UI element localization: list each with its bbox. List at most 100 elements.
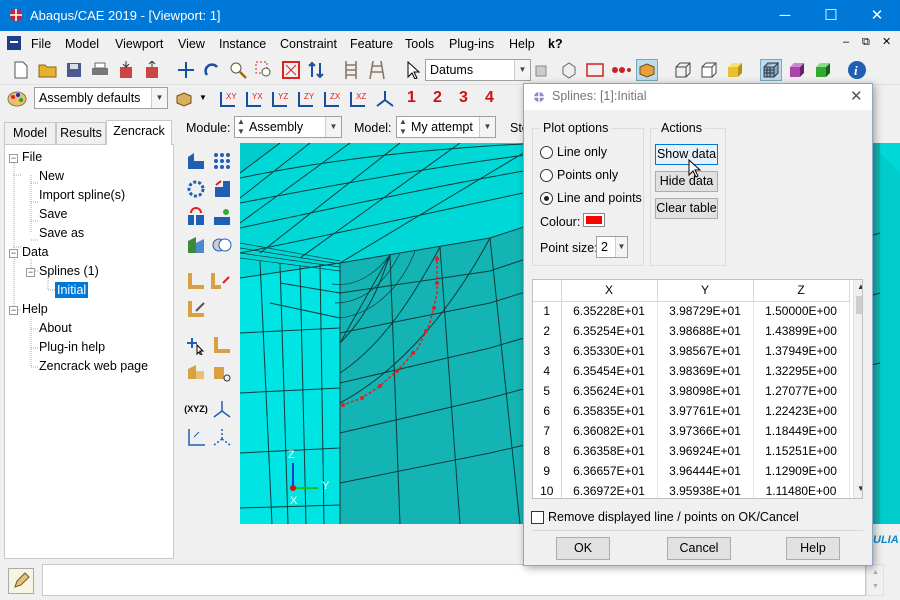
info-icon[interactable]: i [846,59,868,81]
view-2-icon[interactable]: 2 [433,89,442,107]
help-button[interactable]: Help [786,537,840,560]
spin-arrows-icon[interactable]: ▲ ▼ [399,117,407,137]
csys-zx-icon[interactable]: ZX [322,88,344,110]
remove-displayed-checkbox[interactable] [531,511,544,524]
table-row[interactable]: 7 6.36082E+01 3.97366E+01 1.18449E+00 [533,421,850,441]
column-x-header[interactable]: X [561,280,658,302]
merge-cut-icon[interactable] [184,233,208,257]
csys-xy-icon[interactable]: XY [218,88,240,110]
value-cell[interactable]: 1.43899E+00 [753,321,850,341]
menu-view[interactable]: View [178,37,205,51]
show-data-button[interactable]: Show data [655,144,718,165]
remove-displayed-label[interactable]: Remove displayed line / points on OK/Can… [548,510,799,524]
rotate-instance-icon[interactable] [184,205,208,229]
table-row[interactable]: 3 6.35330E+01 3.98567E+01 1.37949E+00 [533,341,850,361]
value-cell[interactable]: 3.98729E+01 [657,301,754,321]
import-icon[interactable] [115,59,137,81]
translate-to-icon[interactable] [210,205,234,229]
menu-viewport[interactable]: Viewport [115,37,163,51]
points-only-label[interactable]: Points only [557,168,618,182]
csys-yx-icon[interactable]: YX [244,88,266,110]
mdi-restore-icon[interactable]: ⧉ [862,36,870,49]
view-1-icon[interactable]: 1 [407,89,416,107]
table-row[interactable]: 10 6.36972E+01 3.95938E+01 1.11480E+00 [533,481,850,498]
chevron-down-icon[interactable]: ▼ [199,93,207,102]
clear-table-button[interactable]: Clear table [655,198,718,219]
tree-save[interactable]: Save [39,207,68,221]
table-row[interactable]: 8 6.36358E+01 3.96924E+01 1.15251E+00 [533,441,850,461]
value-cell[interactable]: 3.98369E+01 [657,361,754,381]
message-scrollbar[interactable]: ▲ ▼ [866,564,884,596]
scroll-thumb[interactable] [856,296,862,314]
datum-point-coords-icon[interactable]: (XYZ) [184,397,208,421]
value-cell[interactable]: 6.36082E+01 [561,421,658,441]
message-text-area[interactable] [42,564,866,596]
table-row[interactable]: 6 6.35835E+01 3.97761E+01 1.22423E+00 [533,401,850,421]
csys-yz-icon[interactable]: YZ [270,88,292,110]
value-cell[interactable]: 3.96924E+01 [657,441,754,461]
datum-plane-icon[interactable] [184,361,208,385]
csys-xz-icon[interactable]: XZ [348,88,370,110]
colour-swatch-button[interactable] [583,213,605,227]
table-row[interactable]: 4 6.35454E+01 3.98369E+01 1.32295E+00 [533,361,850,381]
linear-pattern-icon[interactable] [210,149,234,173]
point-size-select[interactable]: 2 ▼ [596,236,628,258]
value-cell[interactable]: 1.12909E+00 [753,461,850,481]
mesh-shaded-icon[interactable] [786,59,808,81]
datum-edge-icon[interactable] [210,333,234,357]
edit-constraint-icon[interactable] [184,297,208,321]
table-scrollbar[interactable]: ▲ ▼ [853,280,862,498]
datum-cut-icon[interactable] [210,361,234,385]
shaded-icon[interactable] [724,59,746,81]
tab-results[interactable]: Results [56,122,106,144]
menu-plugins[interactable]: Plug-ins [449,37,494,51]
mdi-close-icon[interactable]: ✕ [882,35,891,48]
table-row[interactable]: 2 6.35254E+01 3.98688E+01 1.43899E+00 [533,321,850,341]
tree-splines[interactable]: Splines (1) [39,264,99,278]
value-cell[interactable]: 6.35835E+01 [561,401,658,421]
zoom-icon[interactable] [227,59,249,81]
instance-box-icon[interactable] [173,88,195,110]
spline-data-table[interactable]: X Y Z 1 6.35228E+01 3.98729E+01 1.50000E+00… [532,279,863,499]
datum-axis-icon[interactable] [210,397,234,421]
view-4-icon[interactable]: 4 [485,89,494,107]
select-cursor-icon[interactable] [403,59,425,81]
menu-tools[interactable]: Tools [405,37,434,51]
menu-constraint[interactable]: Constraint [280,37,337,51]
tree-plugin-help[interactable]: Plug-in help [39,340,105,354]
dialog-close-icon[interactable]: ✕ [850,87,863,105]
tree-data[interactable]: Data [22,245,48,259]
app-menu-icon[interactable] [7,36,21,50]
tree-help[interactable]: Help [22,302,48,316]
value-cell[interactable]: 1.18449E+00 [753,421,850,441]
box-zoom-icon[interactable] [253,59,275,81]
auto-fit-icon[interactable] [280,59,302,81]
value-cell[interactable]: 3.97761E+01 [657,401,754,421]
value-cell[interactable]: 1.11480E+00 [753,481,850,498]
radio-points-only[interactable] [540,169,553,182]
value-cell[interactable]: 1.32295E+00 [753,361,850,381]
tree-file[interactable]: File [22,150,42,164]
datum-csys-3point-icon[interactable] [210,425,234,449]
tab-model[interactable]: Model [4,122,56,144]
value-cell[interactable]: 6.35228E+01 [561,301,658,321]
hide-data-button[interactable]: Hide data [655,171,718,192]
value-cell[interactable]: 6.35254E+01 [561,321,658,341]
value-cell[interactable]: 3.96444E+01 [657,461,754,481]
boolean-icon[interactable] [210,233,234,257]
color-palette-icon[interactable] [6,88,28,110]
mdi-minimize-icon[interactable]: – [843,36,849,48]
close-button[interactable]: ✕ [854,0,900,31]
tree-save-as[interactable]: Save as [39,226,84,240]
message-edit-icon[interactable] [8,568,34,594]
table-row[interactable]: 1 6.35228E+01 3.98729E+01 1.50000E+00 [533,301,850,321]
hidden-line-icon[interactable] [698,59,720,81]
value-cell[interactable]: 1.50000E+00 [753,301,850,321]
spin-arrows-icon[interactable]: ▲ ▼ [237,117,245,137]
tree-initial-selected[interactable]: Initial [55,282,89,298]
value-cell[interactable]: 1.15251E+00 [753,441,850,461]
assembly-defaults-select[interactable]: Assembly defaults ▼ [34,87,168,109]
value-cell[interactable]: 6.36358E+01 [561,441,658,461]
face-to-face-icon[interactable] [210,269,234,293]
model-select[interactable]: ▲ ▼ My attempt ▼ [396,116,496,138]
